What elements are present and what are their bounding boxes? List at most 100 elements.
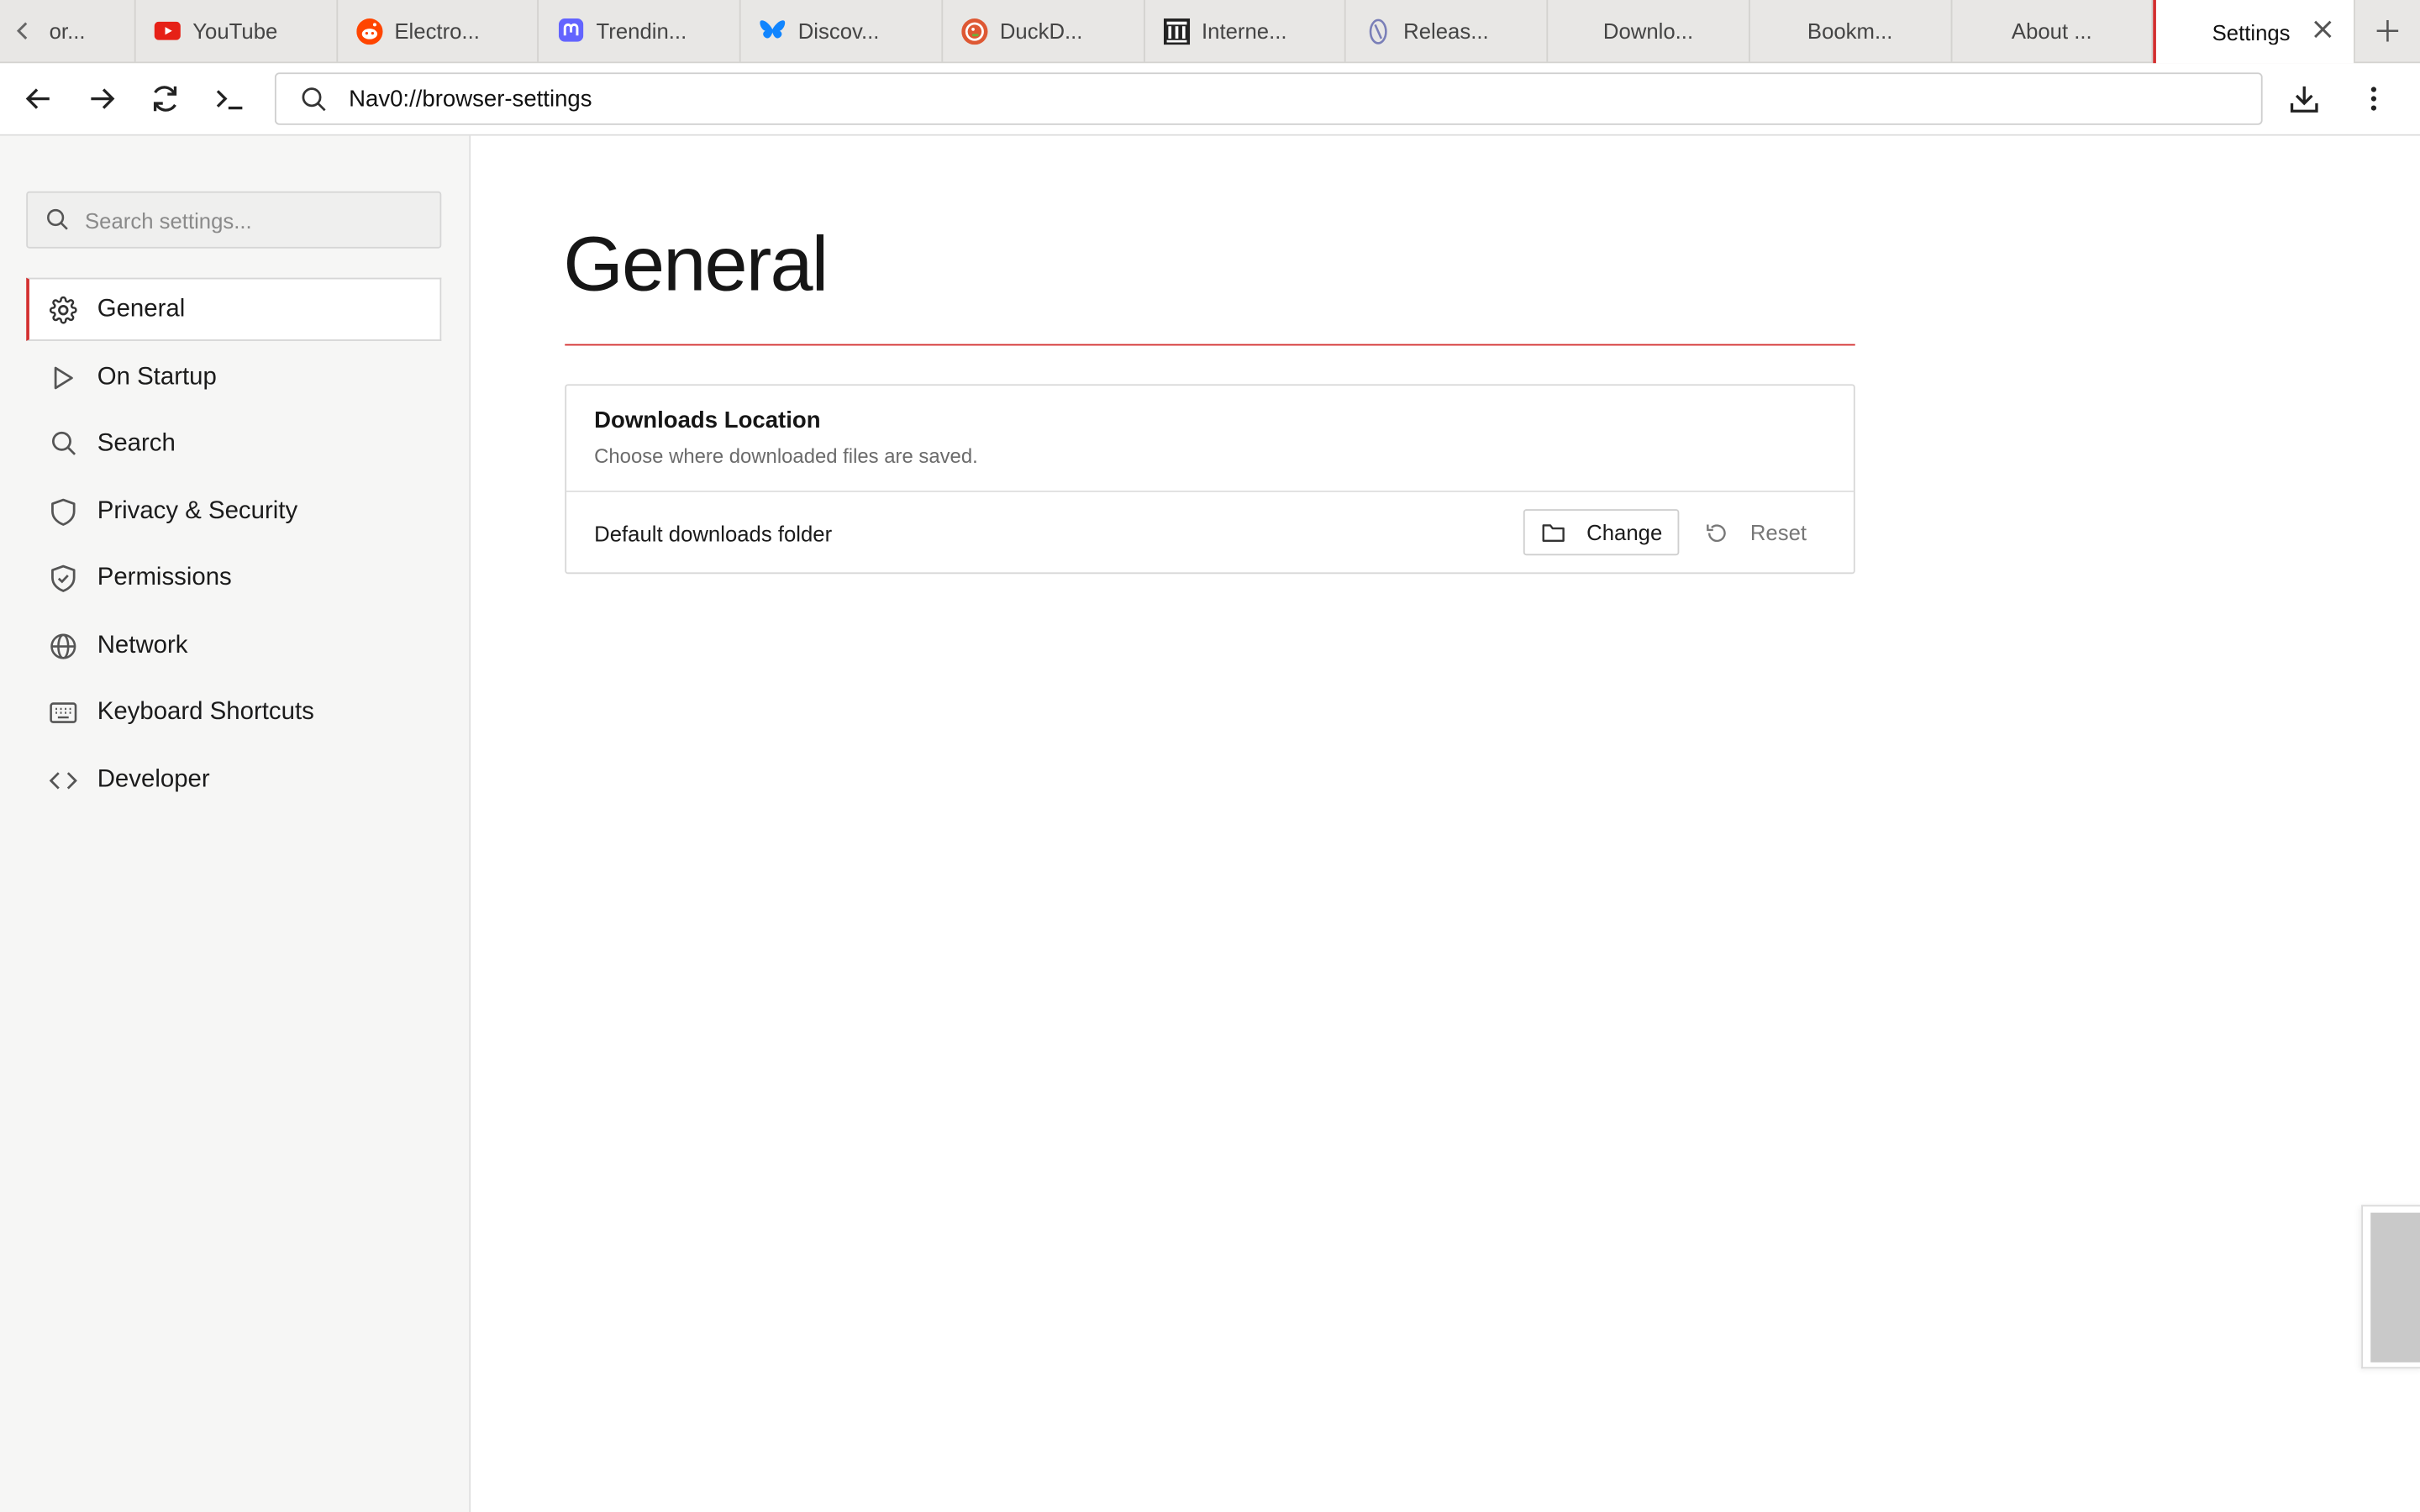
youtube-icon [154,18,181,44]
reset-icon [1707,523,1726,542]
tab-settings[interactable]: Settings [2153,0,2356,64]
title-divider [565,344,1855,346]
tab-trending[interactable]: Trendin... [539,0,741,62]
tab-label: Bookm... [1807,18,1893,44]
sidebar-item-network[interactable]: Network [26,614,441,677]
tab-scroll-left-button[interactable] [0,0,46,61]
downloads-button[interactable] [2286,81,2323,118]
tab-duckduckgo[interactable]: DuckD... [943,0,1145,62]
reload-button[interactable] [146,81,183,118]
tab-0[interactable]: or... [46,0,136,62]
tab-label: or... [49,18,86,44]
page-title: General [563,220,829,307]
tab-label: About ... [2011,18,2092,44]
keyboard-icon [48,701,79,723]
downloads-location-card: Downloads Location Choose where download… [565,384,1855,575]
tab-strip: or... YouTube Electro... Trendin... Disc… [0,0,2420,64]
tab-youtube[interactable]: YouTube [135,0,338,62]
new-tab-button[interactable] [2355,0,2420,61]
search-icon [301,86,327,112]
close-icon [2314,19,2332,38]
more-vertical-icon [2370,87,2377,111]
sidebar-item-on-startup[interactable]: On Startup [26,345,441,408]
tab-releases[interactable]: Releas... [1346,0,1549,62]
arrow-right-icon [91,88,115,109]
bluesky-icon [760,18,786,44]
sidebar-item-keyboard-shortcuts[interactable]: Keyboard Shortcuts [26,680,441,743]
sidebar-item-search[interactable]: Search [26,412,441,475]
browser-window: or... YouTube Electro... Trendin... Disc… [0,0,2420,1512]
reload-icon [153,86,177,112]
menu-button[interactable] [2355,81,2392,118]
settings-search-input[interactable] [85,207,409,233]
chevron-left-icon [16,22,28,39]
tab-downloads[interactable]: Downlo... [1548,0,1750,62]
internet-archive-icon [1163,18,1190,45]
downloads-folder-row: Default downloads folder Change Reset [566,492,1854,574]
tab-about[interactable]: About ... [1952,0,2154,62]
sidebar-item-label: General [97,295,186,322]
settings-search[interactable] [26,191,442,249]
tab-label: Settings [2212,18,2291,45]
card-title: Downloads Location [594,407,821,434]
forward-button[interactable] [83,81,120,118]
search-icon [48,430,79,456]
change-button-label: Change [1586,519,1663,545]
back-button[interactable] [20,81,57,118]
console-button[interactable] [212,81,249,118]
sidebar-item-permissions[interactable]: Permissions [26,546,441,609]
sidebar-item-label: Permissions [97,564,232,591]
sidebar-item-general[interactable]: General [26,277,442,341]
sidebar-item-privacy-security[interactable]: Privacy & Security [26,480,441,543]
tab-internet-archive[interactable]: Interne... [1144,0,1347,62]
tab-label: Trendin... [596,18,687,44]
toolbar: Nav0://browser-settings [0,63,2420,136]
change-folder-button[interactable]: Change [1523,509,1680,556]
sidebar-item-label: Privacy & Security [97,497,298,524]
row-label: Default downloads folder [594,520,833,546]
plus-icon [2376,19,2399,42]
settings-sidebar: General On Startup Search Privacy & Secu… [0,135,471,1512]
tab-electron[interactable]: Electro... [337,0,539,62]
sidebar-item-label: Keyboard Shortcuts [97,698,314,725]
address-url: Nav0://browser-settings [349,85,592,113]
close-tab-button[interactable] [2313,18,2332,45]
address-bar[interactable]: Nav0://browser-settings [274,72,2263,125]
mastodon-icon [558,18,584,44]
tab-label: Downlo... [1602,18,1694,44]
reset-button-label: Reset [1749,519,1807,545]
shield-check-icon [48,564,79,591]
reset-folder-button[interactable]: Reset [1702,509,1826,555]
tab-label: Releas... [1403,18,1489,44]
duckduckgo-icon [960,18,988,45]
tab-bookmarks[interactable]: Bookm... [1750,0,1952,62]
gear-icon [48,295,79,323]
play-icon [48,365,79,389]
tab-label: YouTube [192,18,278,44]
tab-label: DuckD... [999,18,1083,44]
globe-icon [48,632,79,659]
reddit-icon [355,18,382,45]
sidebar-item-label: Search [97,429,176,456]
tab-discover[interactable]: Discov... [741,0,943,62]
card-header: Downloads Location Choose where download… [566,386,1854,492]
code-icon [48,769,79,791]
release-icon [1365,18,1391,44]
thumbnail-image [2370,1212,2420,1362]
sidebar-item-label: Developer [97,765,210,793]
terminal-icon [216,90,243,110]
page-thumbnail-preview[interactable] [2361,1205,2420,1369]
sidebar-item-developer[interactable]: Developer [26,748,441,811]
download-icon [2290,86,2318,113]
tab-label: Discov... [797,18,880,44]
card-subtitle: Choose where downloaded files are saved. [594,444,978,468]
search-icon [46,208,70,232]
folder-icon [1542,523,1565,542]
settings-content: General Downloads Location Choose where … [471,135,2420,1512]
arrow-left-icon [25,88,50,109]
sidebar-item-label: On Startup [97,363,217,390]
tab-label: Electro... [394,18,480,44]
shield-icon [48,497,79,525]
sidebar-item-label: Network [97,632,188,659]
tab-label: Interne... [1202,18,1287,44]
